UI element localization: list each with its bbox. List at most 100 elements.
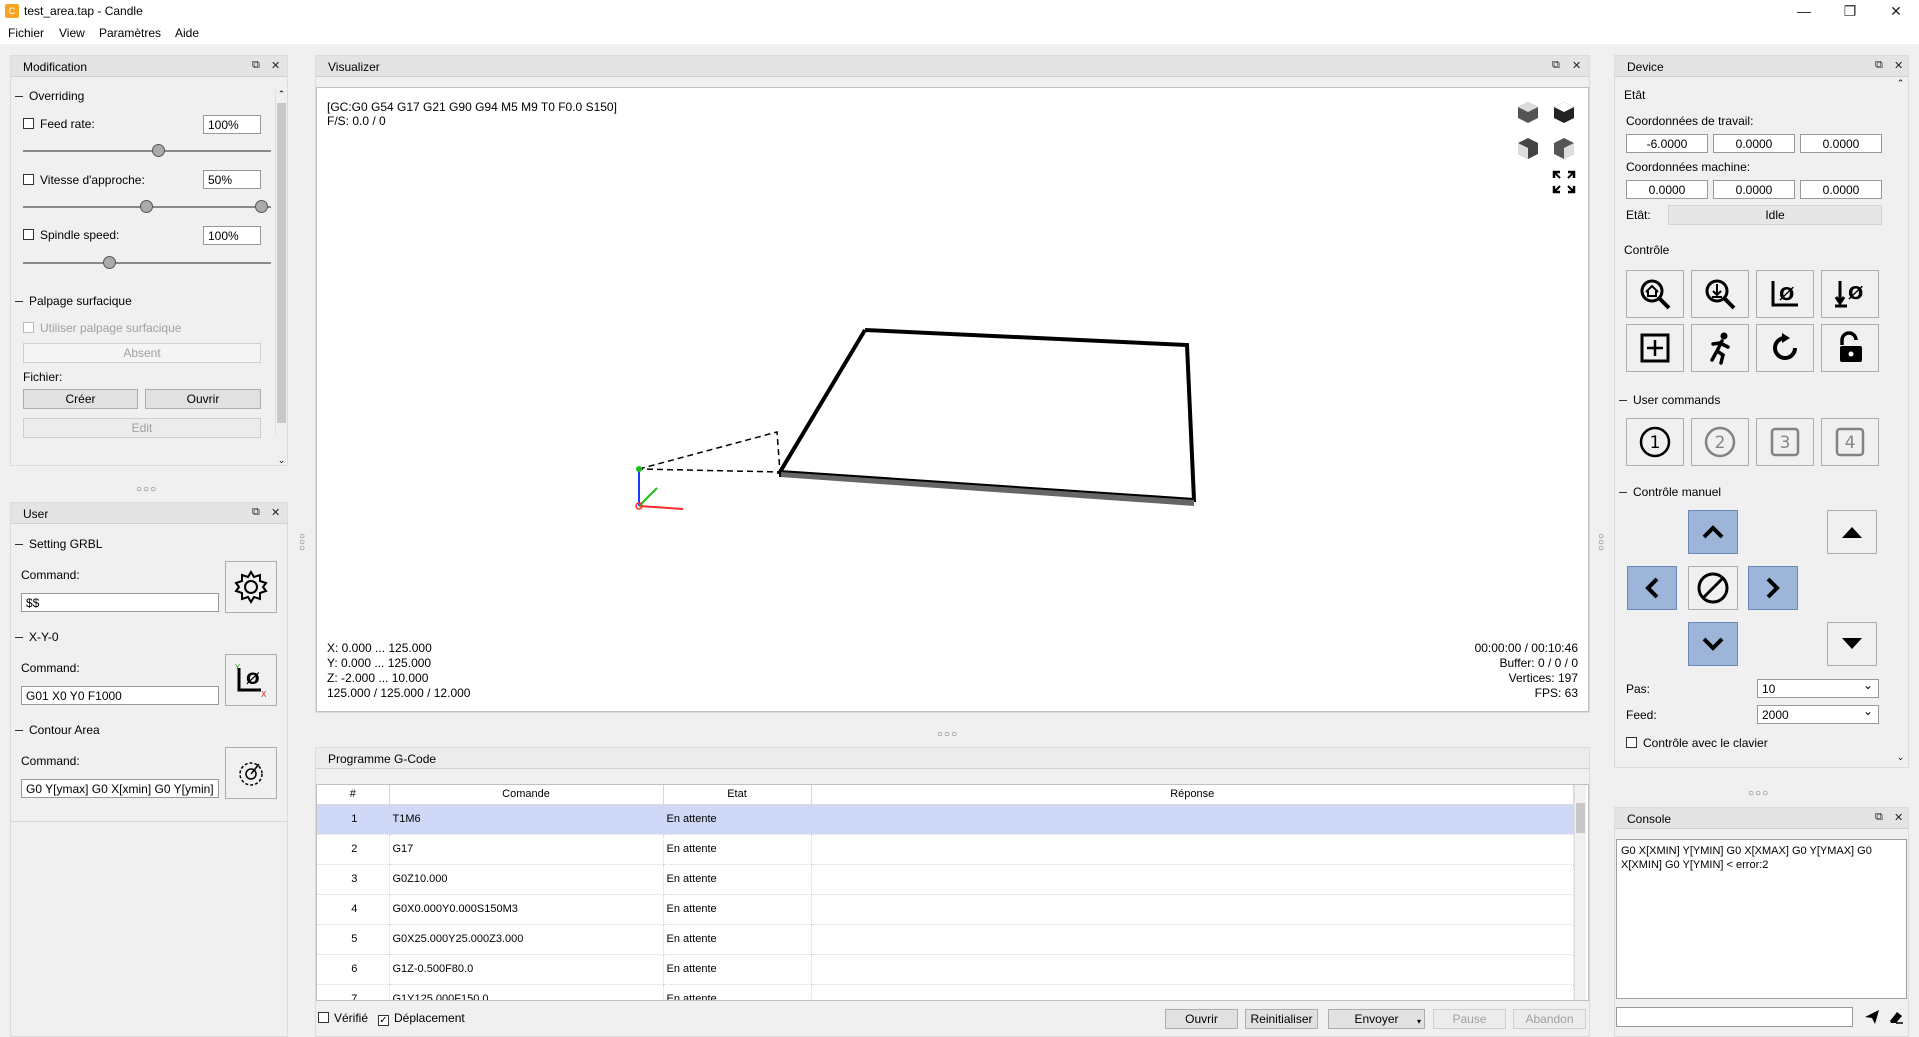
abort-button[interactable]: Abandon: [1513, 1009, 1586, 1029]
xy0-button[interactable]: Ø Y X: [225, 654, 277, 706]
table-row[interactable]: 4 G0X0.000Y0.000S150M3 En attente: [317, 894, 1574, 925]
create-button[interactable]: Créer: [23, 389, 138, 409]
maximize-button[interactable]: ❐: [1827, 0, 1873, 23]
modification-scrollbar[interactable]: ⌃ ⌄: [275, 89, 287, 465]
jog-x-minus-button[interactable]: [1627, 566, 1677, 610]
col-state[interactable]: Etat: [663, 785, 812, 805]
float-icon[interactable]: ⧉: [1552, 59, 1560, 72]
splitter-handle[interactable]: ○○○: [136, 484, 157, 495]
unlock-button[interactable]: [1821, 324, 1879, 372]
reset-button[interactable]: Reinitialiser: [1245, 1009, 1318, 1029]
console-input[interactable]: [1616, 1007, 1853, 1027]
splitter-handle[interactable]: ○○○: [1748, 788, 1769, 799]
approach-field[interactable]: 50%: [203, 170, 261, 189]
jog-stop-button[interactable]: [1688, 566, 1738, 610]
col-num[interactable]: #: [317, 785, 390, 805]
menu-parametres[interactable]: Paramètres: [99, 26, 161, 40]
contour-button[interactable]: [225, 747, 277, 799]
approach-slider-knob[interactable]: [140, 200, 153, 213]
user-command-1-button[interactable]: 1: [1626, 418, 1684, 466]
spindle-field[interactable]: 100%: [203, 226, 261, 245]
close-icon[interactable]: ✕: [1894, 811, 1903, 824]
col-response[interactable]: Réponse: [811, 785, 1574, 805]
vertical-splitter-left[interactable]: ○ ○ ○: [299, 532, 305, 554]
zero-xy-button[interactable]: Ø: [1756, 270, 1814, 318]
moves-checkbox[interactable]: [378, 1015, 389, 1026]
reset-device-button[interactable]: [1756, 324, 1814, 372]
safe-position-button[interactable]: [1691, 324, 1749, 372]
work-z-field[interactable]: 0.0000: [1800, 134, 1882, 153]
work-y-field[interactable]: 0.0000: [1713, 134, 1795, 153]
machine-y-field[interactable]: 0.0000: [1713, 180, 1795, 199]
table-row[interactable]: 2 G17 En attente: [317, 834, 1574, 865]
spindle-checkbox[interactable]: [23, 229, 34, 240]
contour-command-input[interactable]: G0 Y[ymax] G0 X[xmin] G0 Y[ymin]: [21, 779, 219, 798]
open-file-button[interactable]: Ouvrir: [1165, 1009, 1238, 1029]
feed-rate-slider-knob[interactable]: [152, 144, 166, 157]
close-icon[interactable]: ✕: [1894, 59, 1903, 72]
splitter-handle[interactable]: ○○○: [937, 729, 958, 740]
close-button[interactable]: ✕: [1873, 0, 1919, 23]
spindle-slider-knob[interactable]: [102, 256, 116, 269]
scroll-thumb[interactable]: [1576, 803, 1585, 833]
zero-z-button[interactable]: Ø: [1821, 270, 1879, 318]
console-output[interactable]: G0 X[XMIN] Y[YMIN] G0 X[XMAX] G0 Y[YMAX]…: [1616, 839, 1907, 999]
spindle-slider[interactable]: [23, 256, 271, 269]
gcode-scrollbar[interactable]: [1574, 785, 1586, 1000]
close-icon[interactable]: ✕: [271, 506, 280, 519]
jog-z-minus-button[interactable]: [1827, 622, 1877, 666]
probe-use-checkbox[interactable]: [23, 322, 34, 333]
user-command-2-button[interactable]: 2: [1691, 418, 1749, 466]
jog-y-plus-button[interactable]: [1688, 510, 1738, 554]
machine-z-field[interactable]: 0.0000: [1800, 180, 1882, 199]
scroll-up-icon[interactable]: ⌃: [276, 89, 287, 100]
menu-fichier[interactable]: Fichier: [8, 26, 44, 40]
feed-rate-field[interactable]: 100%: [203, 115, 261, 134]
setting-grbl-button[interactable]: [225, 561, 277, 613]
setting-grbl-command-input[interactable]: $$: [21, 593, 219, 612]
menu-aide[interactable]: Aide: [175, 26, 199, 40]
home-button[interactable]: [1626, 270, 1684, 318]
send-command-button[interactable]: [1861, 1007, 1883, 1027]
table-row[interactable]: 1 T1M6 En attente: [317, 804, 1574, 835]
float-icon[interactable]: ⧉: [252, 59, 260, 72]
zero-z-probe-button[interactable]: [1691, 270, 1749, 318]
visualizer-canvas[interactable]: [GC:G0 G54 G17 G21 G90 G94 M5 M9 T0 F0.0…: [316, 87, 1589, 712]
jog-y-minus-button[interactable]: [1688, 622, 1738, 666]
edit-button[interactable]: Edit: [23, 418, 261, 438]
approach-slider[interactable]: [23, 200, 271, 213]
feed-rate-checkbox[interactable]: [23, 118, 34, 129]
feed-rate-slider[interactable]: [23, 144, 271, 157]
scroll-down-icon[interactable]: ⌄: [276, 455, 287, 466]
approach-slider-max-knob[interactable]: [255, 200, 268, 213]
keyboard-control-checkbox[interactable]: [1626, 737, 1637, 748]
device-scrollbar[interactable]: ⌃ ⌄: [1895, 78, 1907, 767]
jog-z-plus-button[interactable]: [1827, 510, 1877, 554]
menu-view[interactable]: View: [59, 26, 85, 40]
table-row[interactable]: 3 G0Z10.000 En attente: [317, 864, 1574, 895]
user-command-4-button[interactable]: 4: [1821, 418, 1879, 466]
table-row[interactable]: 7 G1Y125.000F150.0 En attente: [317, 984, 1574, 1000]
feed-select[interactable]: 2000: [1757, 704, 1879, 724]
open-probe-button[interactable]: Ouvrir: [145, 389, 261, 409]
machine-x-field[interactable]: 0.0000: [1626, 180, 1708, 199]
xy0-command-input[interactable]: G01 X0 Y0 F1000: [21, 686, 219, 705]
verified-checkbox[interactable]: [318, 1012, 329, 1023]
user-command-3-button[interactable]: 3: [1756, 418, 1814, 466]
send-button[interactable]: Envoyer ▾: [1328, 1009, 1425, 1029]
work-x-field[interactable]: -6.0000: [1626, 134, 1708, 153]
scroll-down-icon[interactable]: ⌄: [1895, 752, 1906, 763]
float-icon[interactable]: ⧉: [252, 506, 260, 519]
table-row[interactable]: 5 G0X25.000Y25.000Z3.000 En attente: [317, 924, 1574, 955]
jog-x-plus-button[interactable]: [1748, 566, 1798, 610]
restore-origin-button[interactable]: [1626, 324, 1684, 372]
scroll-thumb[interactable]: [277, 103, 286, 423]
approach-checkbox[interactable]: [23, 174, 34, 185]
vertical-splitter-right[interactable]: ○ ○ ○: [1598, 532, 1604, 554]
step-select[interactable]: 10: [1757, 678, 1879, 698]
scroll-up-icon[interactable]: ⌃: [1895, 78, 1906, 89]
minimize-button[interactable]: —: [1781, 0, 1827, 23]
close-icon[interactable]: ✕: [271, 59, 280, 72]
table-row[interactable]: 6 G1Z-0.500F80.0 En attente: [317, 954, 1574, 985]
float-icon[interactable]: ⧉: [1875, 811, 1883, 824]
